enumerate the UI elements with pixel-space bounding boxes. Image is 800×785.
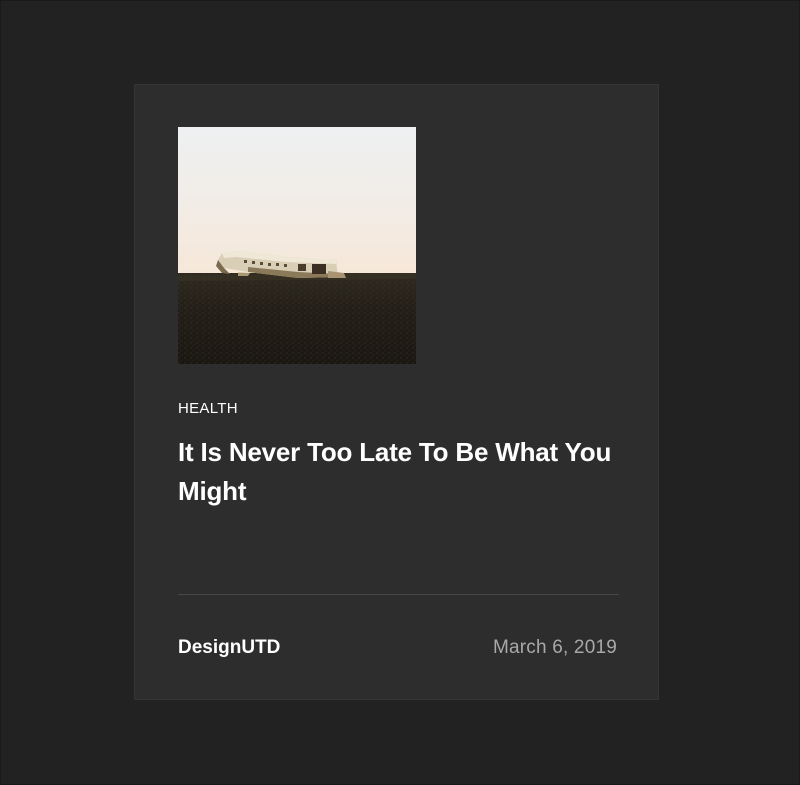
post-date: March 6, 2019 <box>492 637 617 658</box>
post-author-link[interactable]: DesignUTD <box>178 637 280 659</box>
divider <box>178 594 619 595</box>
plane-wreck-image <box>178 127 416 364</box>
post-category-link[interactable]: HEALTH <box>178 400 238 417</box>
post-thumbnail[interactable] <box>178 127 416 364</box>
post-card: HEALTH It Is Never Too Late To Be What Y… <box>134 84 659 700</box>
post-title-link[interactable]: It Is Never Too Late To Be What You Migh… <box>178 433 638 511</box>
